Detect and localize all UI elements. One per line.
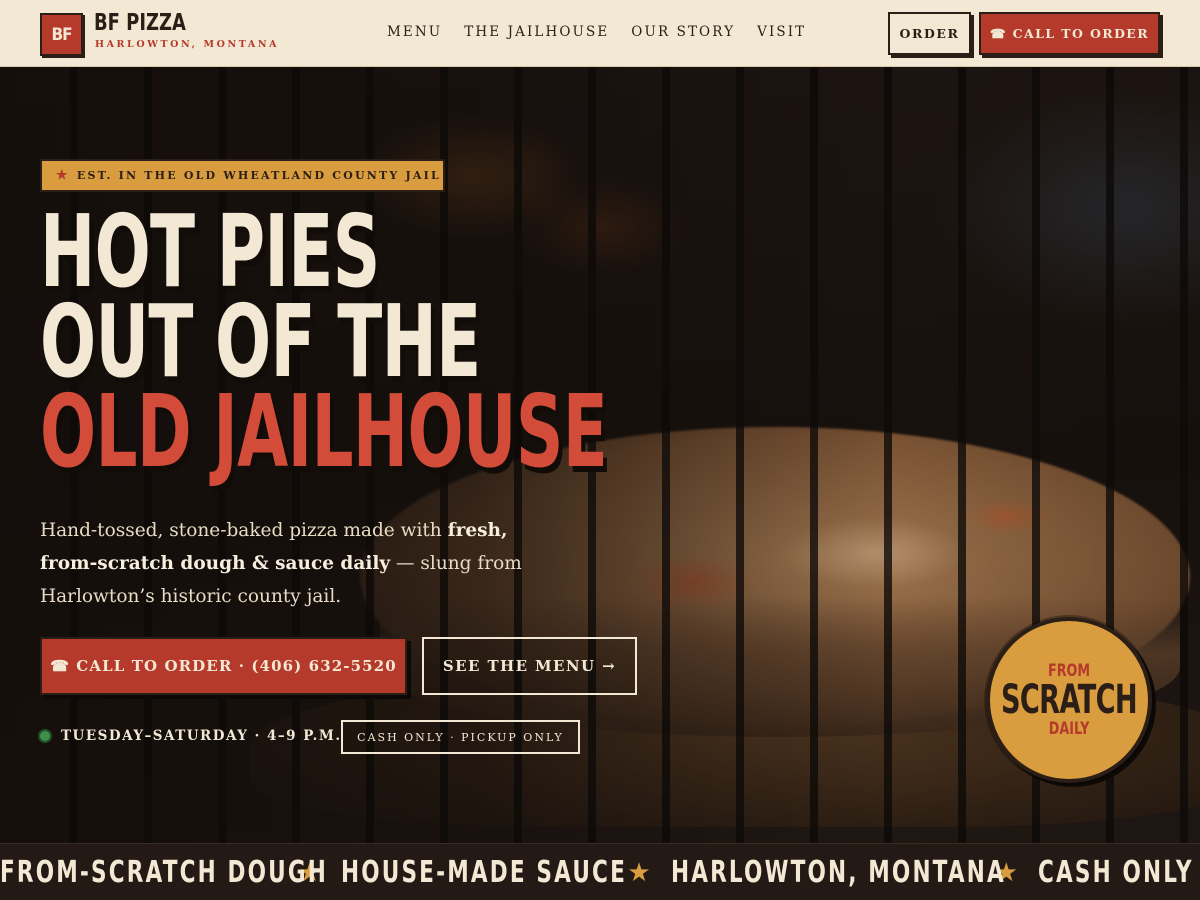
ticker-item: FROM-SCRATCH DOUGH bbox=[0, 855, 328, 890]
badge-text: EST. IN THE OLD WHEATLAND COUNTY JAIL bbox=[76, 169, 441, 182]
call-to-order-phone-button[interactable]: ☎ CALL TO ORDER · (406) 632-5520 bbox=[40, 637, 407, 695]
ticker-track: FROM-SCRATCH DOUGH ★ HOUSE-MADE SAUCE ★ … bbox=[0, 844, 1200, 900]
marquee-ticker: FROM-SCRATCH DOUGH ★ HOUSE-MADE SAUCE ★ … bbox=[0, 843, 1200, 900]
ticker-item: CASH ONLY · PICKUP ONLY bbox=[1037, 855, 1200, 890]
ticker-item: HARLOWTON, MONTANA bbox=[670, 855, 1006, 890]
hero-section: ★ EST. IN THE OLD WHEATLAND COUNTY JAIL … bbox=[0, 67, 1200, 843]
site-header: BF BF PIZZA HARLOWTON, MONTANA MENU THE … bbox=[0, 0, 1200, 67]
established-badge: ★ EST. IN THE OLD WHEATLAND COUNTY JAIL bbox=[40, 159, 445, 192]
nav-item-visit[interactable]: VISIT bbox=[757, 24, 806, 40]
hero-description: Hand-tossed, stone-baked pizza made with… bbox=[40, 514, 560, 613]
star-icon: ★ bbox=[56, 168, 70, 183]
main-nav: MENU THE JAILHOUSE OUR STORY VISIT bbox=[387, 24, 828, 40]
nav-item-jailhouse[interactable]: THE JAILHOUSE bbox=[464, 24, 609, 40]
from-scratch-seal: FROM SCRATCH DAILY bbox=[986, 617, 1152, 783]
ticker-item: HOUSE-MADE SAUCE bbox=[341, 855, 628, 890]
seal-main-text: SCRATCH bbox=[1001, 677, 1138, 723]
call-to-order-header-button[interactable]: ☎ CALL TO ORDER bbox=[979, 12, 1160, 55]
business-hours: TUESDAY–SATURDAY · 4–9 P.M. bbox=[61, 728, 342, 744]
cash-pickup-tag: CASH ONLY · PICKUP ONLY bbox=[341, 720, 580, 754]
open-status-indicator bbox=[38, 729, 52, 743]
seal-bottom-text: DAILY bbox=[1048, 719, 1090, 739]
hero-headline: HOT PIES OUT OF THE OLD JAILHOUSE bbox=[40, 202, 608, 490]
nav-item-our-story[interactable]: OUR STORY bbox=[631, 24, 735, 40]
headline-line-3: OLD JAILHOUSE bbox=[40, 373, 608, 490]
description-part-1: Hand-tossed, stone-baked pizza made with bbox=[40, 520, 448, 541]
brand-name[interactable]: BF PIZZA bbox=[94, 10, 186, 36]
nav-item-menu[interactable]: MENU bbox=[387, 24, 442, 40]
star-icon: ★ bbox=[627, 857, 651, 888]
see-menu-button[interactable]: SEE THE MENU → bbox=[422, 637, 637, 695]
logo-mark[interactable]: BF bbox=[40, 13, 83, 56]
brand-location: HARLOWTON, MONTANA bbox=[95, 39, 280, 50]
order-button[interactable]: ORDER bbox=[888, 12, 971, 55]
